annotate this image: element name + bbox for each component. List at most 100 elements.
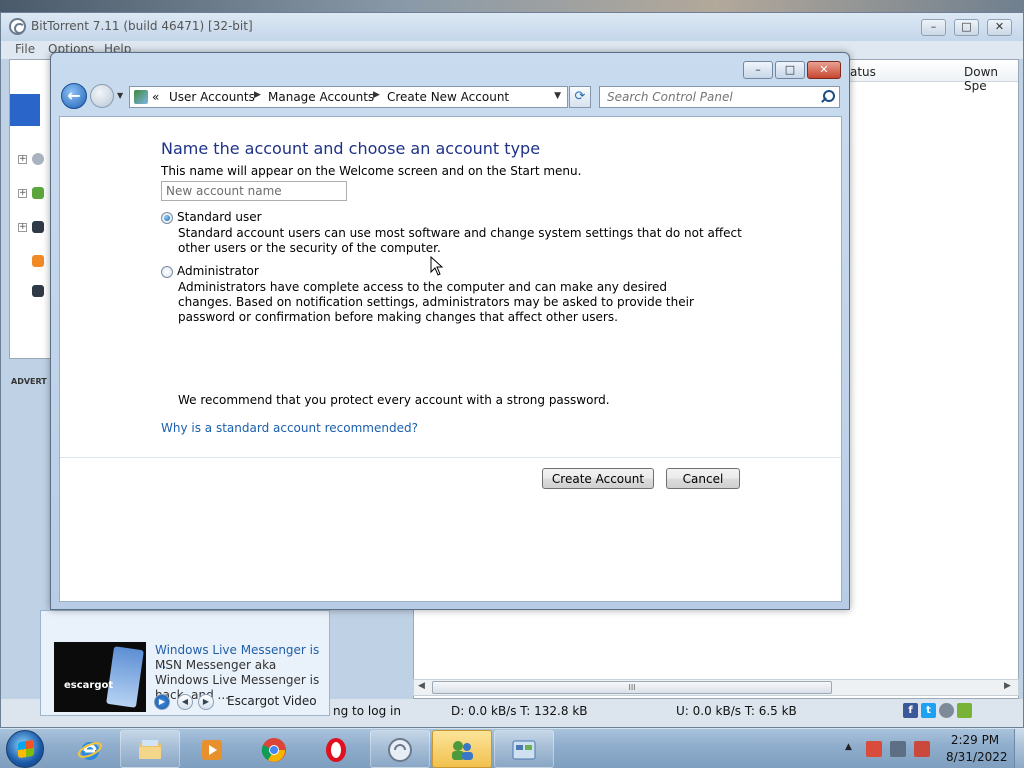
ad-next-button[interactable]: ▶ (198, 694, 214, 710)
search-box[interactable] (599, 86, 840, 108)
why-standard-account-link[interactable]: Why is a standard account recommended? (161, 421, 418, 435)
recent-pages-dropdown[interactable]: ▼ (117, 91, 123, 100)
phone-image (106, 646, 144, 708)
taskbar-control-panel[interactable] (494, 730, 554, 768)
cp-maximize-button[interactable]: □ (775, 61, 805, 79)
column-status[interactable]: atus (850, 65, 876, 79)
account-name-input[interactable] (161, 181, 347, 201)
standard-user-label[interactable]: Standard user (177, 210, 262, 224)
tree-expand-toggle[interactable]: + (18, 155, 27, 164)
ad-thumbnail[interactable]: escargot (54, 642, 146, 712)
back-button[interactable]: ← (61, 83, 87, 109)
taskbar-internet-explorer[interactable] (60, 730, 118, 768)
taskbar-bittorrent[interactable] (370, 730, 430, 768)
sidebar-selected-item[interactable] (10, 94, 40, 126)
refresh-button[interactable]: ⟳ (569, 86, 591, 108)
standard-user-description: Standard account users can use most soft… (178, 226, 742, 255)
menu-file[interactable]: File (15, 42, 35, 56)
network-icon[interactable] (890, 741, 906, 757)
upload-icon (32, 187, 44, 199)
breadcrumb-manage-accounts[interactable]: Manage Accounts (268, 90, 374, 104)
taskbar-opera[interactable] (306, 730, 364, 768)
ad-source: Escargot Video (227, 694, 317, 708)
bittorrent-maximize-button[interactable]: □ (954, 19, 979, 36)
taskbar-chrome[interactable] (244, 730, 302, 768)
horizontal-scrollbar[interactable]: ◀ III ▶ (413, 679, 1019, 696)
control-panel-icon (134, 90, 148, 104)
android-icon[interactable] (957, 703, 972, 718)
cancel-button[interactable]: Cancel (666, 468, 740, 489)
rss-icon (32, 255, 44, 267)
administrator-radio[interactable] (161, 266, 173, 278)
address-bar[interactable]: « User Accounts ▶ Manage Accounts ▶ Crea… (129, 86, 568, 108)
bittorrent-minimize-button[interactable]: – (921, 19, 946, 36)
taskbar-user-accounts[interactable] (432, 730, 492, 768)
start-button[interactable] (6, 730, 44, 768)
control-panel-icon (512, 740, 536, 760)
taskbar-media-player[interactable] (182, 730, 240, 768)
column-down-speed[interactable]: Down Spe (964, 65, 1018, 93)
bittorrent-titlebar[interactable]: BitTorrent 7.11 (build 46471) [32-bit] –… (1, 13, 1023, 41)
breadcrumb-overflow[interactable]: « (152, 90, 159, 104)
bittorrent-icon (388, 738, 412, 762)
bittorrent-close-button[interactable]: ✕ (987, 19, 1012, 36)
breadcrumb-separator[interactable]: ▶ (254, 90, 261, 100)
ad-thumbnail-logo: escargot (64, 680, 114, 691)
internet-explorer-icon (77, 742, 103, 760)
chrome-icon (261, 738, 286, 762)
download-status: D: 0.0 kB/s T: 132.8 kB (451, 704, 588, 718)
clock-date[interactable]: 8/31/2022 (946, 750, 1008, 764)
search-icon[interactable] (820, 90, 835, 104)
show-desktop-button[interactable] (1014, 729, 1024, 768)
mouse-cursor-icon (430, 256, 444, 276)
media-player-icon (202, 740, 222, 760)
page-title: Name the account and choose an account t… (161, 139, 541, 158)
action-center-icon[interactable] (866, 741, 882, 757)
show-hidden-icons-button[interactable]: ▲ (845, 742, 852, 752)
forward-button[interactable] (90, 84, 114, 108)
login-status: ng to log in (333, 704, 401, 718)
web-icon[interactable] (939, 703, 954, 718)
taskbar: ▲ 2:29 PM 8/31/2022 (0, 728, 1024, 768)
user-accounts-icon (452, 741, 473, 760)
facebook-icon[interactable]: f (903, 703, 918, 718)
cp-minimize-button[interactable]: – (743, 61, 773, 79)
scrollbar-thumb[interactable]: III (432, 681, 832, 694)
bittorrent-title: BitTorrent 7.11 (build 46471) [32-bit] (31, 19, 253, 33)
label-icon (32, 221, 44, 233)
desktop-background (0, 0, 1024, 12)
address-dropdown-arrow[interactable]: ▼ (554, 91, 561, 101)
device-icon (32, 285, 44, 297)
page-subtext: This name will appear on the Welcome scr… (161, 164, 582, 178)
torrents-icon (32, 153, 44, 165)
twitter-icon[interactable]: t (921, 703, 936, 718)
upload-status: U: 0.0 kB/s T: 6.5 kB (676, 704, 797, 718)
taskbar-windows-explorer[interactable] (120, 730, 180, 768)
administrator-description: Administrators have complete access to t… (178, 280, 694, 324)
advertisement-panel: escargot Windows Live Messenger is ... M… (40, 610, 330, 716)
administrator-label[interactable]: Administrator (177, 264, 259, 278)
breadcrumb-create-new-account[interactable]: Create New Account (387, 90, 509, 104)
scroll-left-arrow[interactable]: ◀ (418, 681, 425, 691)
breadcrumb-user-accounts[interactable]: User Accounts (169, 90, 255, 104)
advert-label: ADVERT (11, 377, 47, 386)
bittorrent-logo-icon (9, 18, 26, 35)
standard-user-radio[interactable] (161, 212, 173, 224)
breadcrumb-separator[interactable]: ▶ (373, 90, 380, 100)
windows-explorer-icon (139, 740, 161, 759)
ad-previous-button[interactable]: ◀ (177, 694, 193, 710)
create-account-button[interactable]: Create Account (542, 468, 654, 489)
tree-expand-toggle[interactable]: + (18, 223, 27, 232)
volume-muted-icon[interactable] (914, 741, 930, 757)
divider (60, 457, 841, 458)
control-panel-window: – □ ✕ ← ▼ « User Accounts ▶ Manage Accou… (50, 52, 850, 610)
cp-close-button[interactable]: ✕ (807, 61, 841, 79)
opera-icon (326, 738, 346, 762)
scroll-right-arrow[interactable]: ▶ (1004, 681, 1011, 691)
tree-expand-toggle[interactable]: + (18, 189, 27, 198)
password-recommendation: We recommend that you protect every acco… (178, 393, 610, 407)
ad-play-button[interactable]: ▶ (154, 694, 170, 710)
search-input[interactable] (600, 87, 815, 107)
create-account-panel: Name the account and choose an account t… (59, 116, 842, 602)
clock-time[interactable]: 2:29 PM (946, 733, 1004, 747)
